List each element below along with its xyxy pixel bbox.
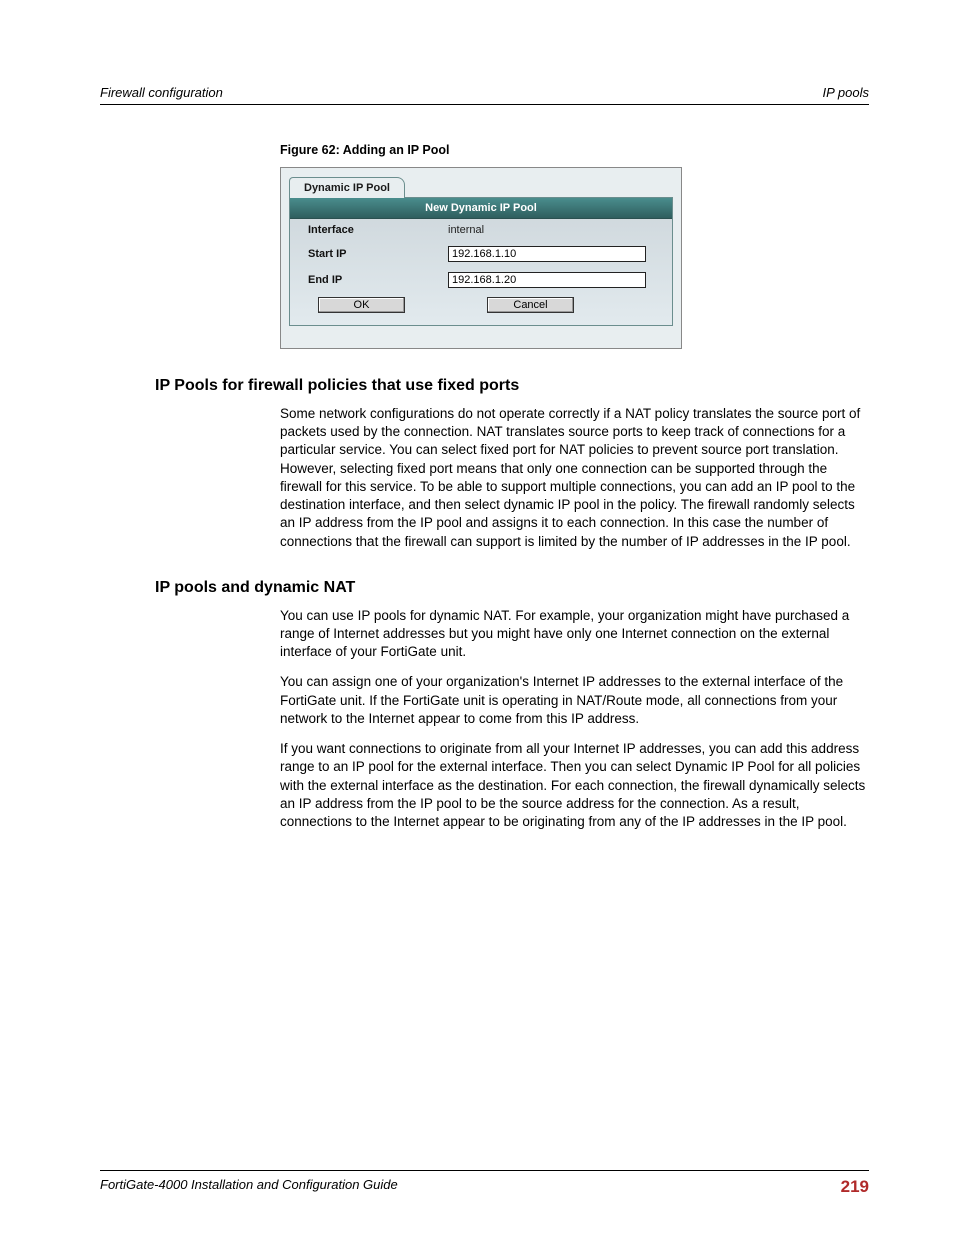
dialog-title: New Dynamic IP Pool <box>290 198 672 219</box>
header-left: Firewall configuration <box>100 85 223 100</box>
para-dnat-3: If you want connections to originate fro… <box>280 740 869 831</box>
row-start-ip: Start IP <box>290 241 672 267</box>
footer-title: FortiGate-4000 Installation and Configur… <box>100 1177 398 1197</box>
interface-label: Interface <box>308 224 448 236</box>
header-right: IP pools <box>823 85 870 100</box>
heading-fixed-ports: IP Pools for firewall policies that use … <box>155 377 869 395</box>
start-ip-input[interactable] <box>448 246 646 262</box>
cancel-button[interactable]: Cancel <box>487 297 574 313</box>
page-header: Firewall configuration IP pools <box>100 85 869 105</box>
figure-caption: Figure 62: Adding an IP Pool <box>280 143 869 157</box>
page-number: 219 <box>841 1177 869 1197</box>
start-ip-label: Start IP <box>308 248 448 260</box>
button-row: OK Cancel <box>290 293 672 313</box>
para-dnat-2: You can assign one of your organization'… <box>280 673 869 728</box>
para-fixed-ports: Some network configurations do not opera… <box>280 405 869 551</box>
ok-button[interactable]: OK <box>318 297 405 313</box>
row-interface: Interface internal <box>290 219 672 241</box>
interface-value: internal <box>448 224 484 236</box>
end-ip-input[interactable] <box>448 272 646 288</box>
heading-dynamic-nat: IP pools and dynamic NAT <box>155 579 869 597</box>
para-dnat-1: You can use IP pools for dynamic NAT. Fo… <box>280 607 869 662</box>
end-ip-label: End IP <box>308 274 448 286</box>
row-end-ip: End IP <box>290 267 672 293</box>
tab-row: Dynamic IP Pool <box>281 168 681 197</box>
dialog-screenshot: Dynamic IP Pool New Dynamic IP Pool Inte… <box>280 167 682 349</box>
dialog-panel: New Dynamic IP Pool Interface internal S… <box>289 197 673 326</box>
tab-dynamic-ip-pool[interactable]: Dynamic IP Pool <box>289 177 405 198</box>
page-footer: FortiGate-4000 Installation and Configur… <box>100 1170 869 1197</box>
